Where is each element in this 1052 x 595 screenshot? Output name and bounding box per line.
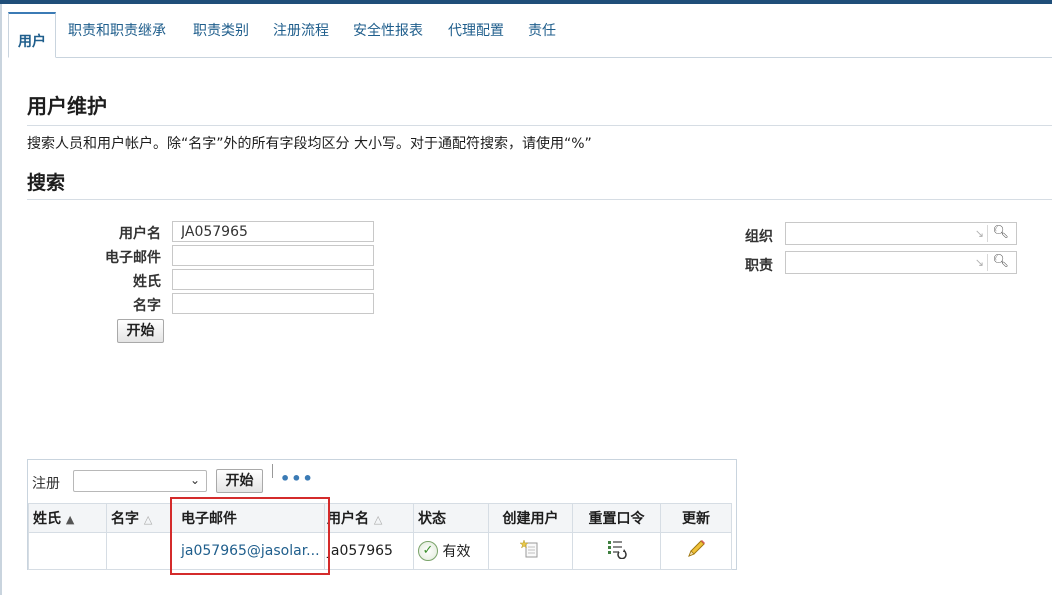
firstname-input[interactable] [172, 293, 374, 314]
lov-arrow-icon: ↘ [974, 256, 984, 269]
organization-label: 组织 [745, 229, 773, 245]
column-header-username[interactable]: 用户名 △ [324, 503, 414, 533]
tab-responsibilities[interactable]: 职责和职责继承 [68, 20, 166, 40]
register-label: 注册 [32, 476, 60, 492]
create-user-icon[interactable] [518, 539, 542, 559]
sort-ascending-icon[interactable]: ▲ [66, 513, 74, 526]
email-label: 电子邮件 [105, 250, 161, 266]
cell-status: ✓ 有效 [413, 532, 489, 570]
search-divider [27, 199, 1052, 200]
responsibility-lov[interactable]: ↘ 🔍︎ [785, 251, 1017, 274]
tab-bar: 用户 职责和职责继承 职责类别 注册流程 安全性报表 代理配置 责任 [8, 12, 1052, 58]
page-description: 搜索人员和用户帐户。除“名字”外的所有字段均区分 大小写。对于通配符搜索，请使用… [27, 136, 592, 152]
email-input[interactable] [172, 245, 374, 266]
lov-separator [987, 254, 988, 271]
left-border [0, 4, 2, 595]
pencil-icon[interactable] [685, 539, 707, 559]
chevron-down-icon: ⌄ [189, 473, 200, 487]
tab-responsibility-categories[interactable]: 职责类别 [193, 20, 249, 40]
column-header-firstname[interactable]: 名字 △ [106, 503, 172, 533]
tab-proxy-config[interactable]: 代理配置 [448, 20, 504, 40]
toolbar-separator [272, 464, 273, 478]
status-text: 有效 [442, 544, 471, 560]
responsibility-label: 职责 [745, 258, 773, 274]
more-actions-icon[interactable]: ••• [280, 469, 314, 488]
sort-ascending-icon[interactable]: △ [144, 513, 152, 526]
title-divider [27, 125, 1052, 126]
username-label: 用户名 [119, 226, 161, 242]
search-section-title: 搜索 [27, 172, 66, 194]
table-header-row: 姓氏 ▲ 名字 △ 电子邮件 用户名 △ 状态 创建用户 重置口令 更新 [28, 503, 732, 533]
column-header-lastname[interactable]: 姓氏 ▲ [28, 503, 107, 533]
firstname-label: 名字 [133, 298, 161, 314]
lov-arrow-icon: ↘ [974, 227, 984, 240]
reset-password-icon[interactable] [605, 539, 629, 560]
email-link[interactable]: ja057965@jasolar... [181, 543, 320, 559]
lastname-input[interactable] [172, 269, 374, 290]
column-header-status: 状态 [413, 503, 489, 533]
cell-create-user [488, 532, 573, 570]
column-header-create-user: 创建用户 [488, 503, 573, 533]
tab-users[interactable]: 用户 [8, 12, 56, 58]
lastname-label: 姓氏 [133, 274, 161, 290]
cell-reset-password [572, 532, 661, 570]
cell-firstname [106, 532, 172, 570]
cell-update [660, 532, 732, 570]
column-header-reset-password: 重置口令 [572, 503, 661, 533]
results-toolbar: 注册 ⌄ 开始 ••• [28, 460, 736, 503]
results-table: 姓氏 ▲ 名字 △ 电子邮件 用户名 △ 状态 创建用户 重置口令 更新 ja0… [28, 503, 732, 570]
magnifier-icon[interactable]: 🔍︎ [992, 225, 1009, 240]
check-circle-icon: ✓ [418, 541, 438, 561]
organization-lov[interactable]: ↘ 🔍︎ [785, 222, 1017, 245]
tab-security-reports[interactable]: 安全性报表 [353, 20, 423, 40]
page-title: 用户维护 [27, 94, 107, 118]
table-row: ja057965@jasolar... ja057965 ✓ 有效 [28, 532, 732, 570]
tab-duties[interactable]: 责任 [528, 20, 556, 40]
cell-username: ja057965 [324, 532, 414, 570]
lov-separator [987, 225, 988, 242]
column-header-update: 更新 [660, 503, 732, 533]
register-select[interactable]: ⌄ [73, 470, 207, 492]
cell-email: ja057965@jasolar... [171, 532, 325, 570]
results-table-region: 注册 ⌄ 开始 ••• 姓氏 ▲ 名字 △ 电子邮件 用户名 △ 状态 创建用户… [27, 459, 737, 570]
username-input[interactable] [172, 221, 374, 242]
tab-registration-process[interactable]: 注册流程 [273, 20, 329, 40]
register-go-button[interactable]: 开始 [216, 469, 263, 493]
sort-ascending-icon[interactable]: △ [374, 513, 382, 526]
cell-lastname [28, 532, 107, 570]
search-go-button[interactable]: 开始 [117, 319, 164, 343]
top-banner-bar [0, 0, 1052, 4]
column-header-email: 电子邮件 [171, 503, 325, 533]
tab-bar-divider [8, 57, 1052, 58]
magnifier-icon[interactable]: 🔍︎ [992, 254, 1009, 269]
